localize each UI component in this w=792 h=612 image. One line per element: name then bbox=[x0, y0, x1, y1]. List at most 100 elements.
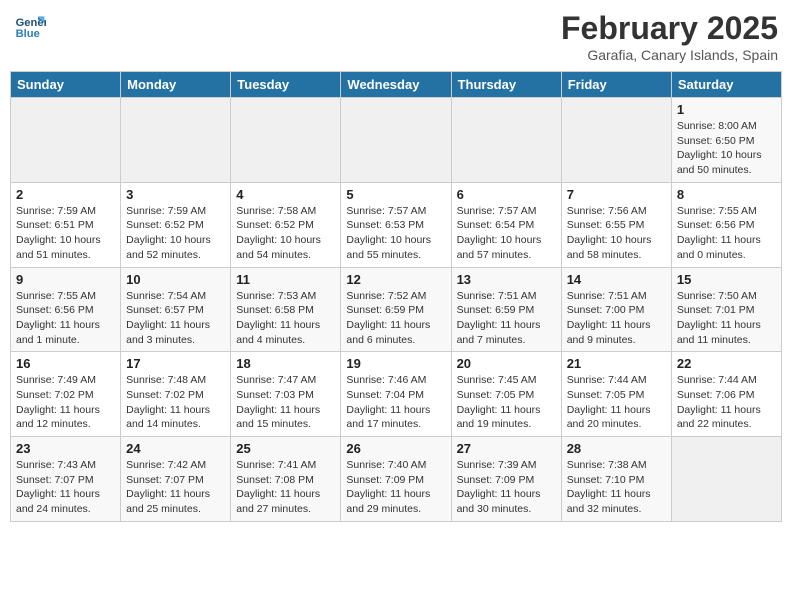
week-row-4: 16 Sunrise: 7:49 AM Sunset: 7:02 PM Dayli… bbox=[11, 352, 782, 437]
day-info: Sunrise: 7:50 AM Sunset: 7:01 PM Dayligh… bbox=[677, 289, 776, 348]
day-number: 28 bbox=[567, 441, 666, 456]
day-info: Sunrise: 7:55 AM Sunset: 6:56 PM Dayligh… bbox=[677, 204, 776, 263]
day-number: 27 bbox=[457, 441, 556, 456]
calendar-cell bbox=[341, 98, 451, 183]
day-info: Sunrise: 7:42 AM Sunset: 7:07 PM Dayligh… bbox=[126, 458, 225, 517]
calendar-cell: 22 Sunrise: 7:44 AM Sunset: 7:06 PM Dayli… bbox=[671, 352, 781, 437]
calendar-cell: 12 Sunrise: 7:52 AM Sunset: 6:59 PM Dayli… bbox=[341, 267, 451, 352]
day-info: Sunrise: 7:49 AM Sunset: 7:02 PM Dayligh… bbox=[16, 373, 115, 432]
title-block: February 2025 Garafia, Canary Islands, S… bbox=[561, 10, 778, 63]
calendar-cell: 6 Sunrise: 7:57 AM Sunset: 6:54 PM Daylig… bbox=[451, 182, 561, 267]
day-number: 2 bbox=[16, 187, 115, 202]
day-number: 26 bbox=[346, 441, 445, 456]
page-header: General Blue February 2025 Garafia, Cana… bbox=[10, 10, 782, 63]
day-number: 11 bbox=[236, 272, 335, 287]
day-info: Sunrise: 7:51 AM Sunset: 7:00 PM Dayligh… bbox=[567, 289, 666, 348]
calendar-cell: 26 Sunrise: 7:40 AM Sunset: 7:09 PM Dayli… bbox=[341, 437, 451, 522]
calendar-cell: 25 Sunrise: 7:41 AM Sunset: 7:08 PM Dayli… bbox=[231, 437, 341, 522]
calendar-cell: 15 Sunrise: 7:50 AM Sunset: 7:01 PM Dayli… bbox=[671, 267, 781, 352]
calendar-cell: 9 Sunrise: 7:55 AM Sunset: 6:56 PM Daylig… bbox=[11, 267, 121, 352]
calendar-cell: 7 Sunrise: 7:56 AM Sunset: 6:55 PM Daylig… bbox=[561, 182, 671, 267]
day-info: Sunrise: 7:41 AM Sunset: 7:08 PM Dayligh… bbox=[236, 458, 335, 517]
day-number: 3 bbox=[126, 187, 225, 202]
day-number: 6 bbox=[457, 187, 556, 202]
day-number: 9 bbox=[16, 272, 115, 287]
calendar-cell: 10 Sunrise: 7:54 AM Sunset: 6:57 PM Dayli… bbox=[121, 267, 231, 352]
day-info: Sunrise: 7:56 AM Sunset: 6:55 PM Dayligh… bbox=[567, 204, 666, 263]
calendar-cell: 4 Sunrise: 7:58 AM Sunset: 6:52 PM Daylig… bbox=[231, 182, 341, 267]
day-number: 16 bbox=[16, 356, 115, 371]
calendar-cell: 20Sunrise: 7:45 AM Sunset: 7:05 PM Dayli… bbox=[451, 352, 561, 437]
day-info: Sunrise: 7:57 AM Sunset: 6:54 PM Dayligh… bbox=[457, 204, 556, 263]
calendar-cell: 11 Sunrise: 7:53 AM Sunset: 6:58 PM Dayli… bbox=[231, 267, 341, 352]
day-number: 20 bbox=[457, 356, 556, 371]
day-number: 12 bbox=[346, 272, 445, 287]
week-row-5: 23Sunrise: 7:43 AM Sunset: 7:07 PM Dayli… bbox=[11, 437, 782, 522]
day-number: 8 bbox=[677, 187, 776, 202]
day-info: Sunrise: 7:55 AM Sunset: 6:56 PM Dayligh… bbox=[16, 289, 115, 348]
day-info: Sunrise: 7:47 AM Sunset: 7:03 PM Dayligh… bbox=[236, 373, 335, 432]
day-info: Sunrise: 7:54 AM Sunset: 6:57 PM Dayligh… bbox=[126, 289, 225, 348]
day-info: Sunrise: 7:44 AM Sunset: 7:05 PM Dayligh… bbox=[567, 373, 666, 432]
day-info: Sunrise: 7:44 AM Sunset: 7:06 PM Dayligh… bbox=[677, 373, 776, 432]
weekday-header-sunday: Sunday bbox=[11, 72, 121, 98]
calendar-cell: 23Sunrise: 7:43 AM Sunset: 7:07 PM Dayli… bbox=[11, 437, 121, 522]
svg-text:Blue: Blue bbox=[16, 28, 40, 40]
calendar-table: SundayMondayTuesdayWednesdayThursdayFrid… bbox=[10, 71, 782, 522]
calendar-cell bbox=[561, 98, 671, 183]
day-number: 25 bbox=[236, 441, 335, 456]
weekday-header-monday: Monday bbox=[121, 72, 231, 98]
month-title: February 2025 bbox=[561, 10, 778, 47]
day-number: 22 bbox=[677, 356, 776, 371]
day-number: 17 bbox=[126, 356, 225, 371]
day-number: 19 bbox=[346, 356, 445, 371]
week-row-2: 2Sunrise: 7:59 AM Sunset: 6:51 PM Daylig… bbox=[11, 182, 782, 267]
day-number: 15 bbox=[677, 272, 776, 287]
calendar-cell: 13 Sunrise: 7:51 AM Sunset: 6:59 PM Dayli… bbox=[451, 267, 561, 352]
day-info: Sunrise: 7:59 AM Sunset: 6:52 PM Dayligh… bbox=[126, 204, 225, 263]
day-info: Sunrise: 8:00 AM Sunset: 6:50 PM Dayligh… bbox=[677, 119, 776, 178]
day-number: 21 bbox=[567, 356, 666, 371]
logo-icon: General Blue bbox=[14, 10, 46, 42]
weekday-header-saturday: Saturday bbox=[671, 72, 781, 98]
calendar-cell: 8 Sunrise: 7:55 AM Sunset: 6:56 PM Daylig… bbox=[671, 182, 781, 267]
day-info: Sunrise: 7:52 AM Sunset: 6:59 PM Dayligh… bbox=[346, 289, 445, 348]
calendar-cell: 21 Sunrise: 7:44 AM Sunset: 7:05 PM Dayli… bbox=[561, 352, 671, 437]
day-info: Sunrise: 7:58 AM Sunset: 6:52 PM Dayligh… bbox=[236, 204, 335, 263]
day-number: 7 bbox=[567, 187, 666, 202]
calendar-cell: 5Sunrise: 7:57 AM Sunset: 6:53 PM Daylig… bbox=[341, 182, 451, 267]
calendar-cell bbox=[11, 98, 121, 183]
calendar-cell: 27 Sunrise: 7:39 AM Sunset: 7:09 PM Dayli… bbox=[451, 437, 561, 522]
day-number: 10 bbox=[126, 272, 225, 287]
day-number: 4 bbox=[236, 187, 335, 202]
day-info: Sunrise: 7:40 AM Sunset: 7:09 PM Dayligh… bbox=[346, 458, 445, 517]
calendar-cell bbox=[451, 98, 561, 183]
calendar-cell: 28 Sunrise: 7:38 AM Sunset: 7:10 PM Dayli… bbox=[561, 437, 671, 522]
location-subtitle: Garafia, Canary Islands, Spain bbox=[561, 47, 778, 63]
week-row-3: 9 Sunrise: 7:55 AM Sunset: 6:56 PM Daylig… bbox=[11, 267, 782, 352]
day-info: Sunrise: 7:57 AM Sunset: 6:53 PM Dayligh… bbox=[346, 204, 445, 263]
day-info: Sunrise: 7:53 AM Sunset: 6:58 PM Dayligh… bbox=[236, 289, 335, 348]
logo: General Blue bbox=[14, 10, 50, 42]
calendar-cell: 3 Sunrise: 7:59 AM Sunset: 6:52 PM Daylig… bbox=[121, 182, 231, 267]
day-number: 1 bbox=[677, 102, 776, 117]
day-info: Sunrise: 7:51 AM Sunset: 6:59 PM Dayligh… bbox=[457, 289, 556, 348]
weekday-header-row: SundayMondayTuesdayWednesdayThursdayFrid… bbox=[11, 72, 782, 98]
day-info: Sunrise: 7:46 AM Sunset: 7:04 PM Dayligh… bbox=[346, 373, 445, 432]
calendar-cell bbox=[231, 98, 341, 183]
day-info: Sunrise: 7:38 AM Sunset: 7:10 PM Dayligh… bbox=[567, 458, 666, 517]
week-row-1: 1 Sunrise: 8:00 AM Sunset: 6:50 PM Daylig… bbox=[11, 98, 782, 183]
day-info: Sunrise: 7:39 AM Sunset: 7:09 PM Dayligh… bbox=[457, 458, 556, 517]
weekday-header-friday: Friday bbox=[561, 72, 671, 98]
calendar-cell bbox=[121, 98, 231, 183]
calendar-cell: 16 Sunrise: 7:49 AM Sunset: 7:02 PM Dayli… bbox=[11, 352, 121, 437]
day-number: 18 bbox=[236, 356, 335, 371]
weekday-header-wednesday: Wednesday bbox=[341, 72, 451, 98]
day-number: 13 bbox=[457, 272, 556, 287]
day-info: Sunrise: 7:48 AM Sunset: 7:02 PM Dayligh… bbox=[126, 373, 225, 432]
day-info: Sunrise: 7:43 AM Sunset: 7:07 PM Dayligh… bbox=[16, 458, 115, 517]
calendar-cell: 24Sunrise: 7:42 AM Sunset: 7:07 PM Dayli… bbox=[121, 437, 231, 522]
calendar-cell bbox=[671, 437, 781, 522]
calendar-cell: 19 Sunrise: 7:46 AM Sunset: 7:04 PM Dayli… bbox=[341, 352, 451, 437]
weekday-header-thursday: Thursday bbox=[451, 72, 561, 98]
